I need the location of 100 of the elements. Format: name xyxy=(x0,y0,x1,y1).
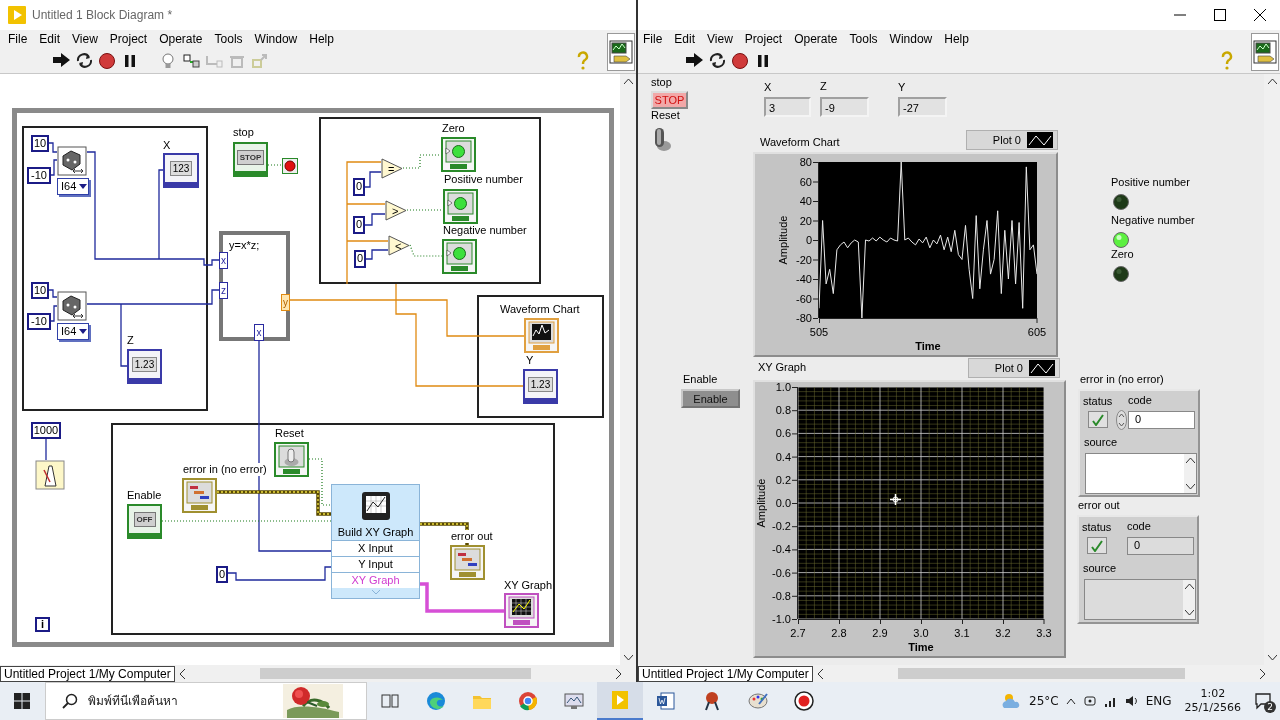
scroll-down-icon[interactable] xyxy=(623,655,633,661)
clock-date[interactable]: 25/1/2566 xyxy=(1184,701,1241,715)
error-cluster-icon xyxy=(450,545,485,580)
browser-icon[interactable] xyxy=(425,690,447,712)
menu-item[interactable]: Operate xyxy=(794,32,838,46)
scroll-left-icon[interactable] xyxy=(816,668,824,679)
menu-item[interactable]: Help xyxy=(309,32,334,46)
document-icon[interactable] xyxy=(655,690,677,712)
numeric-constant: 0 xyxy=(354,250,366,268)
run-continuously-icon[interactable] xyxy=(708,52,726,70)
close-icon[interactable] xyxy=(1254,9,1266,21)
menu-item[interactable]: Tools xyxy=(214,32,243,46)
retain-wire-icon[interactable] xyxy=(182,52,200,70)
vi-icon[interactable] xyxy=(609,40,633,64)
menu-item[interactable]: Edit xyxy=(674,32,696,46)
wire xyxy=(409,244,443,257)
axis-tick-label: 0.8 xyxy=(774,404,791,417)
abort-icon[interactable] xyxy=(731,52,749,70)
status-button[interactable] xyxy=(1088,411,1108,428)
terminal-label: error in (no error) xyxy=(183,463,267,476)
menu-item[interactable]: Project xyxy=(744,32,783,46)
scroll-down-icon[interactable] xyxy=(1184,610,1194,616)
scroll-up-icon[interactable] xyxy=(1184,583,1194,589)
run-arrow-icon[interactable] xyxy=(52,52,70,70)
menu-item[interactable]: Window xyxy=(254,32,298,46)
crosshair-cursor-icon xyxy=(890,494,901,505)
spinner-arrows-icon[interactable] xyxy=(1116,410,1127,430)
enable-button[interactable]: Enable xyxy=(681,389,740,408)
menu-item[interactable]: File xyxy=(8,32,28,46)
chart-terminal-icon xyxy=(524,318,559,353)
menu-item[interactable]: File xyxy=(643,32,663,46)
scroll-right-icon[interactable] xyxy=(615,668,622,679)
input-language[interactable]: ENG xyxy=(1145,694,1172,708)
status-button[interactable] xyxy=(1087,537,1107,554)
palette-icon[interactable] xyxy=(747,690,769,712)
numeric-constant: 10 xyxy=(31,135,49,152)
numeric-indicator: -27 xyxy=(898,97,947,117)
wire xyxy=(402,154,442,169)
menu-item[interactable]: Help xyxy=(944,32,969,46)
scroll-up-icon[interactable] xyxy=(623,78,633,84)
abort-icon[interactable] xyxy=(98,52,116,70)
volume-icon[interactable] xyxy=(1124,694,1139,708)
representation-dropdown[interactable]: I64 xyxy=(57,178,89,195)
axis-tick-label: 3.3 xyxy=(1035,627,1053,639)
axis-tick-label: 3.1 xyxy=(953,627,971,639)
browser-icon[interactable] xyxy=(517,690,539,712)
vi-icon[interactable] xyxy=(1253,40,1277,64)
axis-tick-label: 0.6 xyxy=(774,427,791,440)
record-icon[interactable] xyxy=(793,690,815,712)
monitor-icon[interactable] xyxy=(563,690,585,712)
toggle-switch[interactable] xyxy=(652,126,672,152)
graph-icon xyxy=(360,491,391,521)
axis-tick-label: 1.0 xyxy=(774,381,791,393)
representation-dropdown[interactable]: I64 xyxy=(57,323,89,340)
field-label: code xyxy=(1127,520,1151,533)
menu-item[interactable]: Tools xyxy=(849,32,878,46)
field-label: source xyxy=(1083,562,1117,575)
source-field[interactable] xyxy=(1085,453,1197,494)
maximize-icon[interactable] xyxy=(1214,9,1226,21)
scroll-down-icon[interactable] xyxy=(1185,484,1195,490)
light-bulb-icon[interactable] xyxy=(159,52,177,70)
show-hidden-icons[interactable] xyxy=(1065,697,1076,705)
code-field[interactable]: 0 xyxy=(1128,411,1195,429)
numeric-indicator: 1.23 xyxy=(127,349,162,384)
scroll-down-icon[interactable] xyxy=(1267,655,1277,661)
output-terminal: XY Graph xyxy=(332,572,419,588)
scroll-up-icon[interactable] xyxy=(1185,457,1195,463)
clock-time[interactable]: 1:02 xyxy=(1200,687,1226,701)
scroll-up-icon[interactable] xyxy=(1267,78,1277,84)
axis-tick-label: 605 xyxy=(1026,326,1048,338)
dropdown-arrow-icon[interactable] xyxy=(79,184,88,189)
terminal-label: Negative number xyxy=(443,224,527,237)
scrollbar-thumb[interactable] xyxy=(897,668,1185,679)
menu-item[interactable]: Window xyxy=(889,32,933,46)
menu-item[interactable]: Operate xyxy=(159,32,203,46)
cluster-label: error out xyxy=(1078,499,1120,512)
run-arrow-icon[interactable] xyxy=(685,52,703,70)
wire xyxy=(48,289,58,298)
dropdown-arrow-icon[interactable] xyxy=(79,329,88,334)
status-text: Untitled Project 1/My Computer xyxy=(638,665,813,682)
axis-tick-label: 40 xyxy=(798,195,812,207)
menu-item[interactable]: Edit xyxy=(39,32,61,46)
run-continuously-icon[interactable] xyxy=(75,52,93,70)
menu-item[interactable]: Project xyxy=(109,32,148,46)
scrollbar-thumb[interactable] xyxy=(259,668,531,679)
axis-tick-label: 80 xyxy=(798,156,812,168)
scroll-right-icon[interactable] xyxy=(1259,668,1266,679)
temperature[interactable]: 25°C xyxy=(1029,694,1059,708)
comparison-function: < xyxy=(388,235,410,256)
scroll-left-icon[interactable] xyxy=(178,668,186,679)
camera-icon[interactable] xyxy=(1082,694,1097,708)
axis-tick-label: 2.7 xyxy=(789,627,807,639)
plot-legend[interactable]: Plot 0 xyxy=(966,130,1058,150)
menu-item[interactable]: View xyxy=(707,32,733,46)
metronome-icon xyxy=(35,460,65,490)
axis-title: Time xyxy=(907,641,935,653)
plot-legend[interactable]: Plot 0 xyxy=(968,358,1060,378)
windows-logo-icon[interactable] xyxy=(14,693,30,709)
indicator-label: Positive number xyxy=(1111,176,1190,189)
menu-item[interactable]: View xyxy=(72,32,98,46)
